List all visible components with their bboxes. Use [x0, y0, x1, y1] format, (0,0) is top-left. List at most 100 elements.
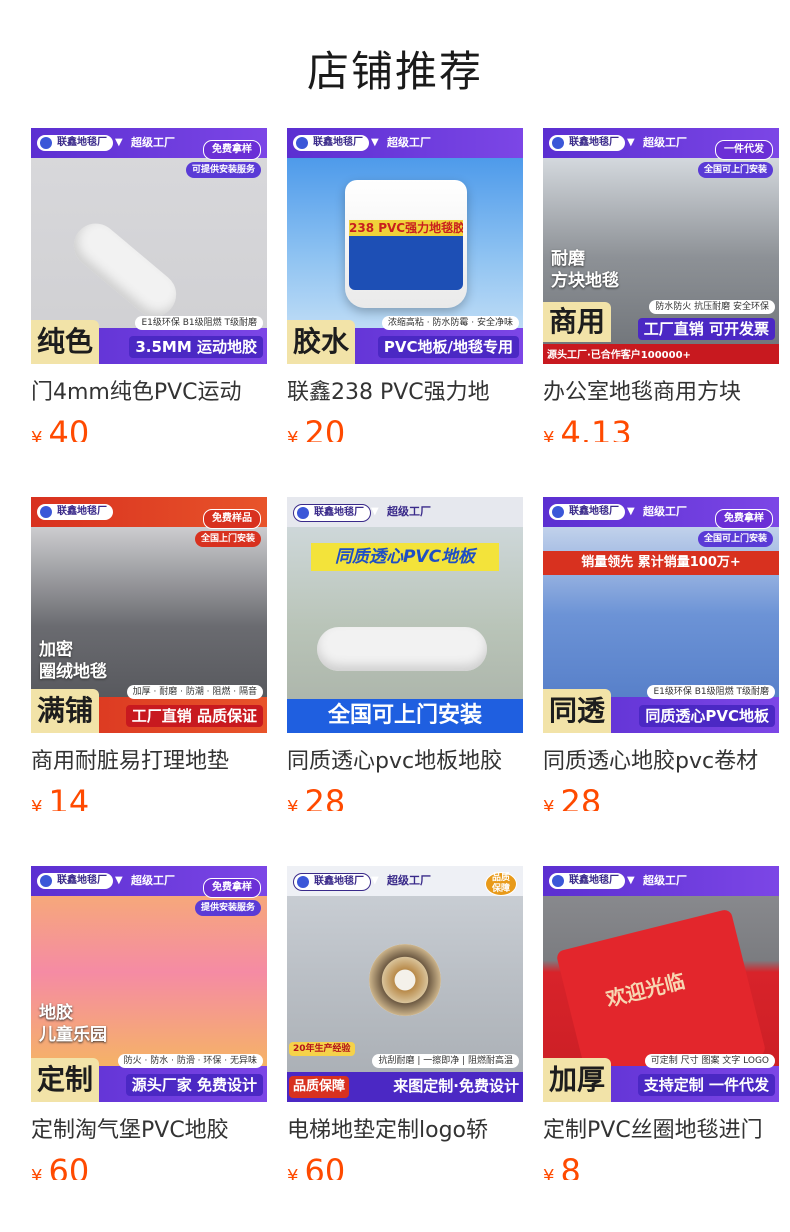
price-value: 28 — [304, 783, 346, 811]
feature-strip: E1级环保 B1级阻燃 T级耐磨 — [647, 685, 775, 699]
product-card[interactable]: 238 PVC强力地毯胶 联鑫地毯厂 超级工厂 浓缩高粘 · 防水防霉 · 安全… — [287, 128, 523, 442]
brand-chip: 联鑫地毯厂 — [293, 504, 371, 522]
brand-chip: 联鑫地毯厂 — [37, 504, 113, 520]
service-badge: 全国可上门安装 — [697, 162, 773, 178]
customer-count-text: 源头工厂·已合作客户100000+ — [547, 350, 691, 361]
feature-strip: E1级环保 B1级阻燃 T级耐磨 — [135, 316, 263, 330]
service-badge: 可提供安装服务 — [185, 162, 261, 178]
factory-chip: 超级工厂 — [115, 135, 175, 151]
selling-point-tag: 支持定制 一件代发 — [637, 1074, 775, 1096]
product-card[interactable]: 联鑫地毯厂 超级工厂 免费拿样 可提供安装服务 E1级环保 B1级阻燃 T级耐磨… — [31, 128, 267, 442]
factory-chip: 超级工厂 — [627, 135, 687, 151]
product-image[interactable]: 耐磨 方块地毯 联鑫地毯厂 超级工厂 一件代发 全国可上门安装 源头工厂·已合作… — [543, 128, 779, 364]
currency-symbol: ¥ — [31, 797, 43, 811]
currency-symbol: ¥ — [31, 428, 43, 442]
product-name[interactable]: 门4mm纯色PVC运动 — [31, 378, 267, 408]
product-card[interactable]: 加密 圈绒地毯 联鑫地毯厂 免费样品 全国上门安装 加厚 · 耐磨 · 防潮 ·… — [31, 497, 267, 811]
product-image[interactable]: 238 PVC强力地毯胶 联鑫地毯厂 超级工厂 浓缩高粘 · 防水防霉 · 安全… — [287, 128, 523, 364]
product-price: ¥60 — [31, 1152, 267, 1180]
product-image[interactable]: 销量领先 累计销量100万+ 联鑫地毯厂 超级工厂 免费拿样 全国可上门安装 E… — [543, 497, 779, 733]
feature-strip: 抗刮耐磨 | 一擦即净 | 阻燃耐高温 — [372, 1054, 519, 1068]
corner-badge: 免费拿样 — [715, 509, 773, 529]
price-value: 4.13 — [560, 414, 632, 442]
selling-point-tag: 源头厂家 免费设计 — [125, 1074, 263, 1096]
product-image[interactable]: 联鑫地毯厂 超级工厂 品质保障 20年生产经验 品质保障 抗刮耐磨 | 一擦即净… — [287, 866, 523, 1102]
page-title: 店铺推荐 — [306, 47, 483, 96]
product-name[interactable]: 同质透心pvc地板地胶 — [287, 747, 523, 777]
corner-badge: 免费拿样 — [203, 140, 261, 160]
selling-point-tag: 同质透心PVC地板 — [639, 705, 775, 727]
product-price: ¥8 — [543, 1152, 779, 1180]
product-name[interactable]: 同质透心地胶pvc卷材 — [543, 747, 779, 777]
service-badge: 全国上门安装 — [194, 531, 261, 547]
category-tag: 加厚 — [543, 1058, 612, 1102]
product-name[interactable]: 办公室地毯商用方块 — [543, 378, 779, 408]
overlay-caption: 耐磨 方块地毯 — [551, 249, 619, 291]
brand-chip: 联鑫地毯厂 — [293, 873, 371, 891]
selling-point-tag: 工厂直销 品质保证 — [125, 705, 263, 727]
product-card[interactable]: 耐磨 方块地毯 联鑫地毯厂 超级工厂 一件代发 全国可上门安装 源头工厂·已合作… — [543, 128, 779, 442]
product-name[interactable]: 联鑫238 PVC强力地 — [287, 378, 523, 408]
currency-symbol: ¥ — [543, 428, 555, 442]
product-price: ¥20 — [287, 414, 523, 442]
product-price: ¥40 — [31, 414, 267, 442]
product-card[interactable]: 欢迎光临 联鑫地毯厂 超级工厂 可定制 尺寸 图案 文字 LOGO 加厚 支持定… — [543, 866, 779, 1180]
category-tag: 满铺 — [31, 689, 100, 733]
brand-chip: 联鑫地毯厂 — [37, 135, 113, 151]
category-tag: 同透 — [543, 689, 612, 733]
price-value: 28 — [560, 783, 602, 811]
product-price: ¥28 — [287, 783, 523, 811]
feature-strip: 防水防火 抗压耐磨 安全环保 — [649, 300, 775, 314]
factory-chip: 超级工厂 — [371, 873, 431, 889]
overlay-caption: 加密 圈绒地毯 — [39, 640, 107, 682]
feature-strip: 可定制 尺寸 图案 文字 LOGO — [644, 1054, 775, 1068]
experience-badge: 20年生产经验 — [289, 1042, 355, 1056]
product-price: ¥28 — [543, 783, 779, 811]
product-image[interactable]: 联鑫地毯厂 超级工厂 免费拿样 可提供安装服务 E1级环保 B1级阻燃 T级耐磨… — [31, 128, 267, 364]
selling-point-tag: 来图定制·免费设计 — [393, 1077, 519, 1095]
price-value: 60 — [304, 1152, 346, 1180]
product-image[interactable]: 地胶 儿童乐园 联鑫地毯厂 超级工厂 免费拿样 提供安装服务 防火 · 防水 ·… — [31, 866, 267, 1102]
vinyl-roll-graphic — [317, 627, 487, 671]
brand-chip: 联鑫地毯厂 — [293, 135, 369, 151]
selling-point-tag: 全国可上门安装 — [327, 703, 482, 728]
factory-chip: 超级工厂 — [371, 504, 431, 520]
product-name[interactable]: 电梯地垫定制logo轿 — [287, 1116, 523, 1146]
overlay-caption: 同质透心PVC地板 — [311, 543, 499, 571]
currency-symbol: ¥ — [543, 797, 555, 811]
quality-seal-badge: 品质保障 — [485, 872, 517, 896]
category-tag: 纯色 — [31, 320, 100, 364]
product-card[interactable]: 联鑫地毯厂 超级工厂 同质透心PVC地板 全国可上门安装 同质透心pvc地板地胶… — [287, 497, 523, 811]
category-tag: 定制 — [31, 1058, 100, 1102]
product-image[interactable]: 加密 圈绒地毯 联鑫地毯厂 免费样品 全国上门安装 加厚 · 耐磨 · 防潮 ·… — [31, 497, 267, 733]
category-tag: 品质保障 — [289, 1076, 350, 1098]
currency-symbol: ¥ — [543, 1166, 555, 1180]
product-price: ¥4.13 — [543, 414, 779, 442]
product-card[interactable]: 地胶 儿童乐园 联鑫地毯厂 超级工厂 免费拿样 提供安装服务 防火 · 防水 ·… — [31, 866, 267, 1180]
brand-chip: 联鑫地毯厂 — [37, 873, 113, 889]
brand-chip: 联鑫地毯厂 — [549, 504, 625, 520]
product-price: ¥60 — [287, 1152, 523, 1180]
product-grid: 联鑫地毯厂 超级工厂 免费拿样 可提供安装服务 E1级环保 B1级阻燃 T级耐磨… — [31, 128, 790, 1180]
category-tag: 胶水 — [287, 320, 356, 364]
product-name[interactable]: 定制淘气堡PVC地胶 — [31, 1116, 267, 1146]
feature-strip: 加厚 · 耐磨 · 防潮 · 阻燃 · 隔音 — [126, 685, 263, 699]
selling-point-tag: 工厂直销 可开发票 — [637, 318, 775, 340]
product-card[interactable]: 联鑫地毯厂 超级工厂 品质保障 20年生产经验 品质保障 抗刮耐磨 | 一擦即净… — [287, 866, 523, 1180]
service-badge: 提供安装服务 — [194, 900, 261, 916]
product-card[interactable]: 销量领先 累计销量100万+ 联鑫地毯厂 超级工厂 免费拿样 全国可上门安装 E… — [543, 497, 779, 811]
product-image[interactable]: 联鑫地毯厂 超级工厂 同质透心PVC地板 全国可上门安装 — [287, 497, 523, 733]
product-image[interactable]: 欢迎光临 联鑫地毯厂 超级工厂 可定制 尺寸 图案 文字 LOGO 加厚 支持定… — [543, 866, 779, 1102]
sales-banner: 销量领先 累计销量100万+ — [543, 551, 779, 575]
product-name[interactable]: 商用耐脏易打理地垫 — [31, 747, 267, 777]
feature-strip: 浓缩高粘 · 防水防霉 · 安全净味 — [381, 316, 519, 330]
product-name[interactable]: 定制PVC丝圈地毯进门 — [543, 1116, 779, 1146]
factory-chip: 超级工厂 — [627, 873, 687, 889]
overlay-caption: 地胶 儿童乐园 — [39, 1003, 107, 1045]
corner-badge: 免费拿样 — [203, 878, 261, 898]
corner-badge: 一件代发 — [715, 140, 773, 160]
brand-chip: 联鑫地毯厂 — [549, 873, 625, 889]
currency-symbol: ¥ — [287, 1166, 299, 1180]
product-price: ¥14 — [31, 783, 267, 811]
factory-chip: 超级工厂 — [115, 873, 175, 889]
